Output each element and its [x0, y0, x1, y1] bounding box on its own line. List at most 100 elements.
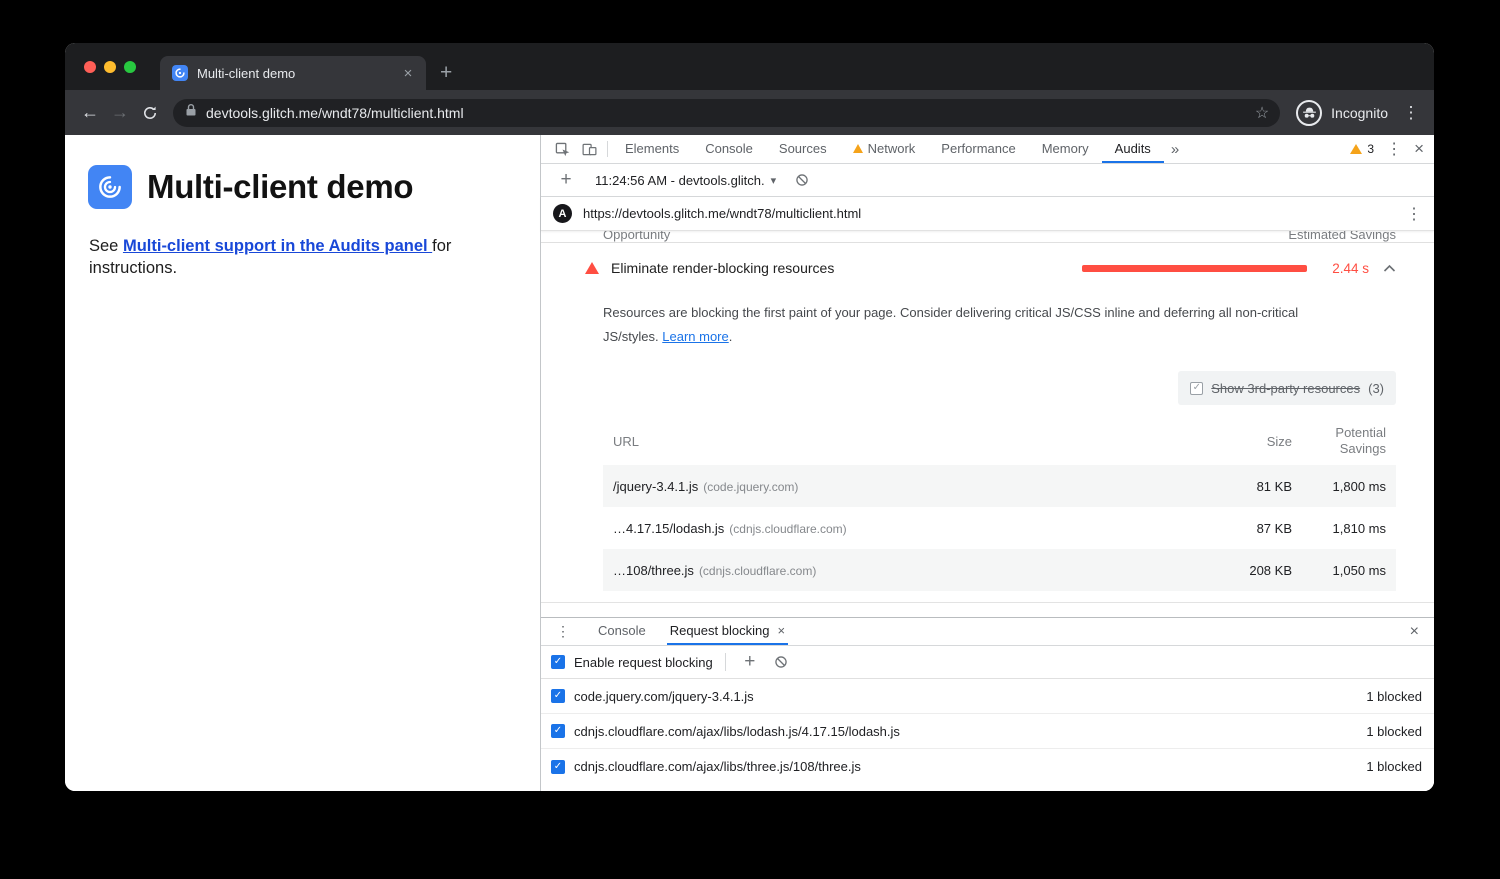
- tab-console[interactable]: Console: [692, 135, 766, 163]
- third-party-label: Show 3rd-party resources: [1211, 381, 1360, 396]
- audits-session-bar: + 11:24:56 AM - devtools.glitch. ▾: [541, 164, 1434, 197]
- minimize-window-button[interactable]: [104, 61, 116, 73]
- browser-window: Multi-client demo × + ← →: [65, 43, 1434, 791]
- audit-session-select[interactable]: 11:24:56 AM - devtools.glitch. ▾: [595, 173, 776, 188]
- blocked-pattern-row: cdnjs.cloudflare.com/ajax/libs/three.js/…: [541, 749, 1434, 784]
- bookmark-star-icon[interactable]: ☆: [1255, 103, 1269, 123]
- new-tab-button[interactable]: +: [440, 62, 452, 83]
- devtools-toolbar-right: 3 ⋮ ×: [1350, 135, 1426, 163]
- close-window-button[interactable]: [84, 61, 96, 73]
- resource-savings: 1,800 ms: [1306, 479, 1386, 494]
- third-party-count: (3): [1368, 381, 1384, 396]
- pattern-checkbox[interactable]: [551, 724, 565, 738]
- controls-divider: [725, 653, 726, 671]
- paragraph-prefix: See: [89, 237, 123, 255]
- more-tabs-icon[interactable]: »: [1164, 135, 1186, 163]
- tab-strip: Multi-client demo × +: [65, 43, 1434, 90]
- blocked-count: 1 blocked: [1366, 759, 1422, 774]
- column-header-size: Size: [1222, 434, 1292, 449]
- resource-savings: 1,810 ms: [1306, 521, 1386, 536]
- third-party-filter[interactable]: Show 3rd-party resources (3): [1178, 371, 1396, 405]
- estimated-savings-column-label: Estimated Savings: [1288, 231, 1396, 242]
- swirl-favicon-icon: [172, 65, 188, 81]
- audits-support-link[interactable]: Multi-client support in the Audits panel: [123, 237, 432, 255]
- savings-value: 2.44 s: [1321, 261, 1369, 276]
- clear-audits-icon[interactable]: [795, 173, 809, 187]
- table-row: …108/three.js(cdnjs.cloudflare.com) 208 …: [603, 549, 1396, 591]
- devtools-menu-icon[interactable]: ⋮: [1386, 139, 1402, 159]
- resource-origin: (cdnjs.cloudflare.com): [729, 522, 846, 536]
- warning-count: 3: [1367, 142, 1374, 156]
- browser-menu-icon[interactable]: ⋮: [1398, 103, 1424, 123]
- back-button[interactable]: ←: [75, 98, 105, 128]
- audited-url-text: https://devtools.glitch.me/wndt78/multic…: [583, 206, 1406, 221]
- page-paragraph: See Multi-client support in the Audits p…: [89, 236, 523, 280]
- tab-sources[interactable]: Sources: [766, 135, 840, 163]
- toolbar-divider: [607, 141, 608, 157]
- add-pattern-icon[interactable]: +: [738, 651, 762, 673]
- drawer-tab-close-icon[interactable]: ×: [777, 623, 785, 638]
- swirl-app-icon: [88, 165, 132, 209]
- audits-report: Opportunity Estimated Savings Eliminate …: [541, 231, 1434, 617]
- page-header: Multi-client demo: [88, 165, 540, 209]
- pattern-checkbox[interactable]: [551, 689, 565, 703]
- desktop-background: Multi-client demo × + ← →: [0, 0, 1500, 879]
- blocked-pattern-row: cdnjs.cloudflare.com/ajax/libs/lodash.js…: [541, 714, 1434, 749]
- tab-performance[interactable]: Performance: [928, 135, 1028, 163]
- browser-tab[interactable]: Multi-client demo ×: [160, 56, 426, 90]
- opportunity-header-row: Opportunity Estimated Savings: [541, 231, 1434, 243]
- drawer-tab-console[interactable]: Console: [595, 618, 649, 645]
- reload-button[interactable]: [135, 98, 165, 128]
- resources-table: URL Size Potential Savings /jquery-3.4.1…: [603, 425, 1396, 591]
- tab-close-icon[interactable]: ×: [400, 65, 416, 82]
- table-row: /jquery-3.4.1.js(code.jquery.com) 81 KB …: [603, 465, 1396, 507]
- remove-all-patterns-icon[interactable]: [774, 655, 788, 669]
- drawer-close-icon[interactable]: ×: [1403, 618, 1426, 645]
- third-party-checkbox[interactable]: [1190, 382, 1203, 395]
- resource-size: 81 KB: [1222, 479, 1292, 494]
- warning-icon: [1350, 144, 1362, 154]
- pattern-url: cdnjs.cloudflare.com/ajax/libs/lodash.js…: [574, 724, 1366, 739]
- resource-url: …4.17.15/lodash.js: [613, 521, 724, 536]
- site-avatar: A: [553, 204, 572, 223]
- fullscreen-window-button[interactable]: [124, 61, 136, 73]
- table-header-row: URL Size Potential Savings: [603, 425, 1396, 465]
- request-blocking-controls: Enable request blocking +: [541, 646, 1434, 679]
- collapse-chevron-icon[interactable]: [1383, 264, 1396, 272]
- enable-request-blocking-checkbox[interactable]: [551, 655, 565, 669]
- page-title: Multi-client demo: [147, 168, 413, 206]
- column-header-savings: Potential Savings: [1306, 425, 1386, 457]
- tab-elements[interactable]: Elements: [612, 135, 692, 163]
- report-menu-icon[interactable]: ⋮: [1406, 204, 1422, 224]
- audit-finding-row[interactable]: Eliminate render-blocking resources 2.44…: [541, 243, 1434, 276]
- device-toolbar-icon[interactable]: [576, 135, 603, 163]
- enable-request-blocking-label[interactable]: Enable request blocking: [574, 655, 713, 670]
- devtools-close-icon[interactable]: ×: [1414, 139, 1424, 159]
- pattern-checkbox[interactable]: [551, 760, 565, 774]
- resource-size: 87 KB: [1222, 521, 1292, 536]
- devtools-panel: Elements Console Sources Network Perform…: [540, 135, 1434, 791]
- audit-finding-title: Eliminate render-blocking resources: [611, 260, 834, 276]
- learn-more-link[interactable]: Learn more: [662, 329, 728, 344]
- url-input[interactable]: devtools.glitch.me/wndt78/multiclient.ht…: [173, 99, 1280, 127]
- third-party-filter-row: Show 3rd-party resources (3): [541, 349, 1434, 405]
- tab-memory[interactable]: Memory: [1029, 135, 1102, 163]
- drawer-menu-icon[interactable]: ⋮: [549, 618, 577, 645]
- tab-network[interactable]: Network: [840, 135, 929, 163]
- lock-icon[interactable]: [185, 103, 197, 122]
- audit-description: Resources are blocking the first paint o…: [603, 301, 1354, 349]
- tab-audits[interactable]: Audits: [1102, 135, 1164, 163]
- resource-origin: (cdnjs.cloudflare.com): [699, 564, 816, 578]
- address-bar: ← → devtools.glitch.me/wndt78/multiclien…: [65, 90, 1434, 135]
- column-header-url: URL: [613, 434, 1222, 449]
- inspect-element-icon[interactable]: [549, 135, 576, 163]
- resource-size: 208 KB: [1222, 563, 1292, 578]
- new-audit-icon[interactable]: +: [553, 169, 579, 191]
- failed-audit-icon: [585, 262, 599, 274]
- drawer-tab-request-blocking[interactable]: Request blocking ×: [667, 618, 788, 645]
- blocked-count: 1 blocked: [1366, 724, 1422, 739]
- forward-button[interactable]: →: [105, 98, 135, 128]
- pattern-url: cdnjs.cloudflare.com/ajax/libs/three.js/…: [574, 759, 1366, 774]
- audit-session-label: 11:24:56 AM - devtools.glitch.: [595, 173, 765, 188]
- warning-count-badge[interactable]: 3: [1350, 142, 1374, 156]
